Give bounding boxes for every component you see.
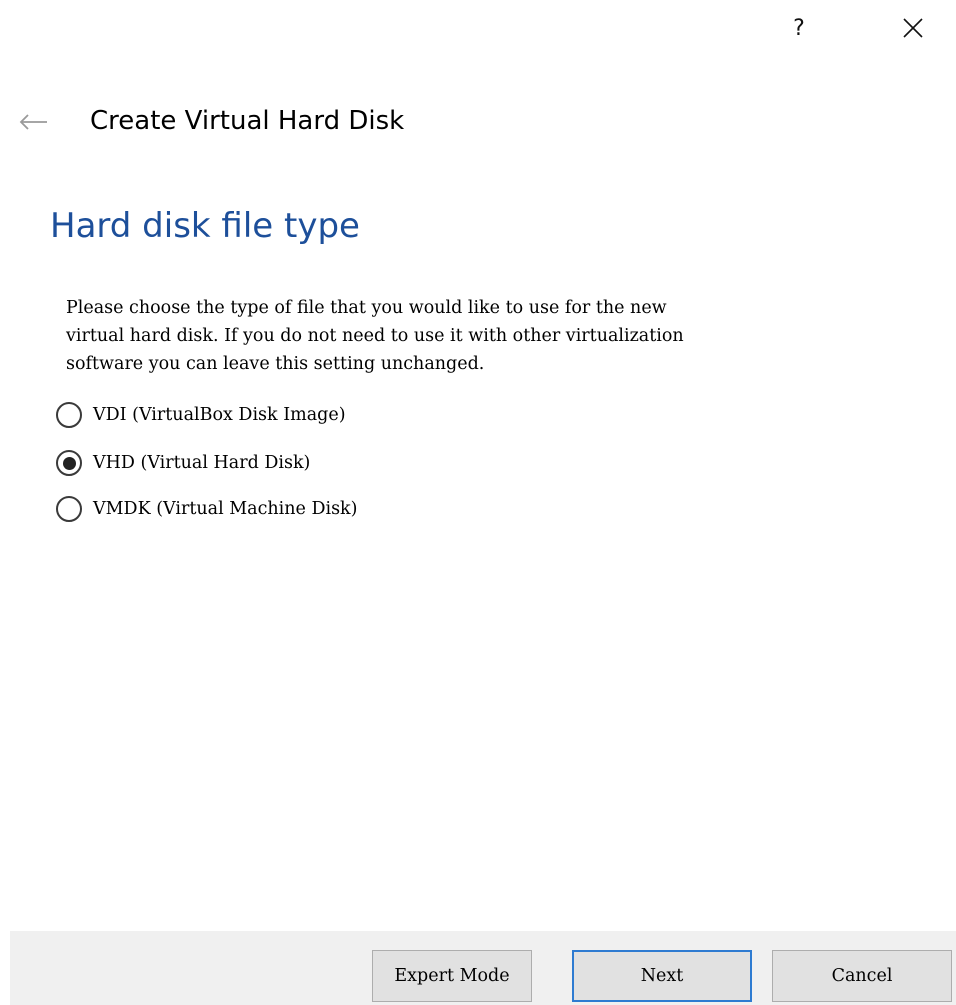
cancel-button[interactable]: Cancel <box>772 950 952 1002</box>
radio-button-selected[interactable] <box>56 450 82 476</box>
radio-option-vdi[interactable]: VDI (VirtualBox Disk Image) <box>56 397 346 433</box>
arrow-left-icon <box>19 114 47 130</box>
page-description: Please choose the type of file that you … <box>66 298 684 374</box>
radio-option-vhd[interactable]: VHD (Virtual Hard Disk) <box>56 445 310 481</box>
back-button[interactable] <box>16 108 52 136</box>
radio-option-vmdk[interactable]: VMDK (Virtual Machine Disk) <box>56 491 358 527</box>
radio-selected-dot <box>62 456 76 470</box>
radio-button[interactable] <box>56 402 82 428</box>
radio-label: VHD (Virtual Hard Disk) <box>93 453 311 473</box>
help-label: ? <box>793 15 805 41</box>
expert-mode-button[interactable]: Expert Mode <box>372 950 532 1002</box>
next-button[interactable]: Next <box>572 950 752 1002</box>
radio-label: VDI (VirtualBox Disk Image) <box>93 405 346 425</box>
wizard-title: Create Virtual Hard Disk <box>90 106 405 136</box>
radio-label: VMDK (Virtual Machine Disk) <box>93 499 358 519</box>
create-virtual-hard-disk-dialog: ? Create Virtual Hard Disk Hard disk fil… <box>0 0 956 1005</box>
close-button[interactable] <box>890 8 936 48</box>
close-icon <box>903 18 923 38</box>
radio-button[interactable] <box>56 496 82 522</box>
page-heading: Hard disk file type <box>50 206 360 246</box>
help-button[interactable]: ? <box>776 8 822 48</box>
